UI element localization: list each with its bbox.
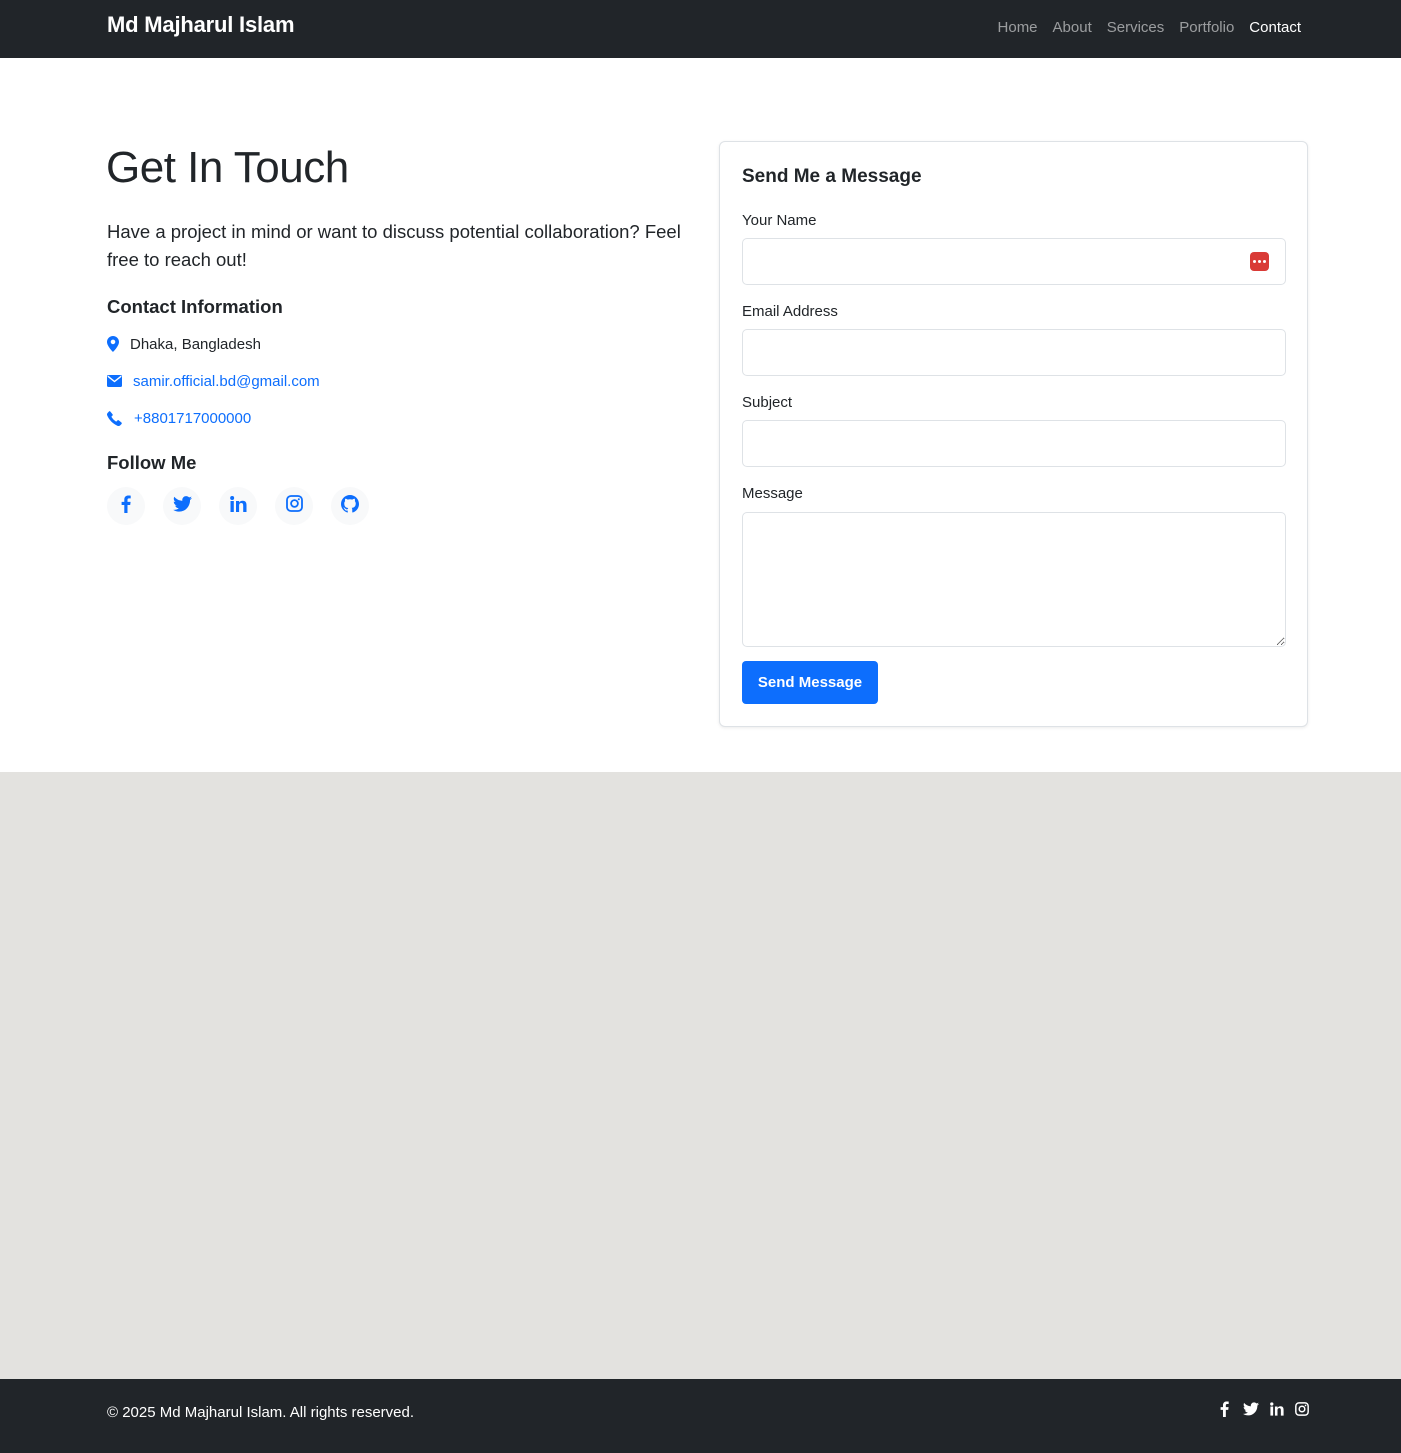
linkedin-icon bbox=[1269, 1401, 1284, 1421]
page-background-area bbox=[0, 772, 1401, 1379]
email-link[interactable]: samir.official.bd@gmail.com bbox=[133, 373, 320, 390]
contact-location: Dhaka, Bangladesh bbox=[107, 334, 261, 354]
linkedin-link[interactable] bbox=[219, 487, 257, 525]
phone-icon bbox=[107, 410, 127, 426]
brand-link[interactable]: Md Majharul Islam bbox=[107, 12, 295, 38]
message-textarea[interactable] bbox=[742, 512, 1286, 647]
name-label: Your Name bbox=[742, 212, 817, 229]
form-title: Send Me a Message bbox=[742, 166, 922, 187]
facebook-icon bbox=[121, 495, 131, 518]
email-label: Email Address bbox=[742, 303, 838, 320]
instagram-link[interactable] bbox=[275, 487, 313, 525]
message-label: Message bbox=[742, 485, 803, 502]
instagram-icon bbox=[1294, 1401, 1309, 1421]
linkedin-icon bbox=[229, 495, 247, 517]
footer-linkedin-link[interactable] bbox=[1269, 1401, 1284, 1421]
subject-label: Subject bbox=[742, 394, 793, 411]
lead-text: Have a project in mind or want to discus… bbox=[107, 221, 681, 270]
email-input[interactable] bbox=[742, 329, 1286, 376]
follow-heading: Follow Me bbox=[107, 452, 197, 473]
footer-twitter-link[interactable] bbox=[1242, 1401, 1259, 1421]
subject-input[interactable] bbox=[742, 420, 1286, 467]
nav-link-portfolio[interactable]: Portfolio bbox=[1179, 19, 1234, 36]
github-link[interactable] bbox=[331, 487, 369, 525]
social-links bbox=[107, 487, 369, 525]
envelope-icon bbox=[107, 373, 127, 389]
contact-form-card: Send Me a Message Your Name Email Addres… bbox=[719, 141, 1308, 727]
footer: © 2025 Md Majharul Islam. All rights res… bbox=[0, 1379, 1401, 1453]
github-icon bbox=[341, 494, 359, 518]
password-manager-icon[interactable] bbox=[1250, 252, 1269, 271]
footer-facebook-link[interactable] bbox=[1217, 1400, 1232, 1422]
facebook-link[interactable] bbox=[107, 487, 145, 525]
send-message-button[interactable]: Send Message bbox=[742, 661, 878, 704]
name-input[interactable] bbox=[742, 238, 1286, 285]
map-marker-icon bbox=[107, 336, 127, 352]
page-title: Get In Touch bbox=[106, 143, 349, 192]
footer-social-links bbox=[1217, 1400, 1309, 1422]
twitter-link[interactable] bbox=[163, 487, 201, 525]
location-text: Dhaka, Bangladesh bbox=[130, 335, 261, 353]
twitter-icon bbox=[172, 495, 192, 517]
nav-link-services[interactable]: Services bbox=[1107, 19, 1165, 36]
twitter-icon bbox=[1242, 1401, 1259, 1421]
contact-info-heading: Contact Information bbox=[107, 296, 283, 317]
phone-link[interactable]: +8801717000000 bbox=[134, 410, 251, 427]
contact-email: samir.official.bd@gmail.com bbox=[107, 371, 320, 391]
facebook-icon bbox=[1220, 1400, 1229, 1422]
contact-phone: +8801717000000 bbox=[107, 408, 251, 428]
nav-link-about[interactable]: About bbox=[1053, 19, 1092, 36]
nav-link-contact[interactable]: Contact bbox=[1249, 19, 1301, 36]
nav-link-home[interactable]: Home bbox=[998, 19, 1038, 36]
copyright-text: © 2025 Md Majharul Islam. All rights res… bbox=[107, 1404, 415, 1421]
navbar: Md Majharul Islam Home About Services Po… bbox=[0, 0, 1401, 58]
nav-links: Home About Services Portfolio Contact bbox=[998, 19, 1301, 36]
footer-instagram-link[interactable] bbox=[1294, 1401, 1309, 1421]
instagram-icon bbox=[285, 495, 303, 517]
